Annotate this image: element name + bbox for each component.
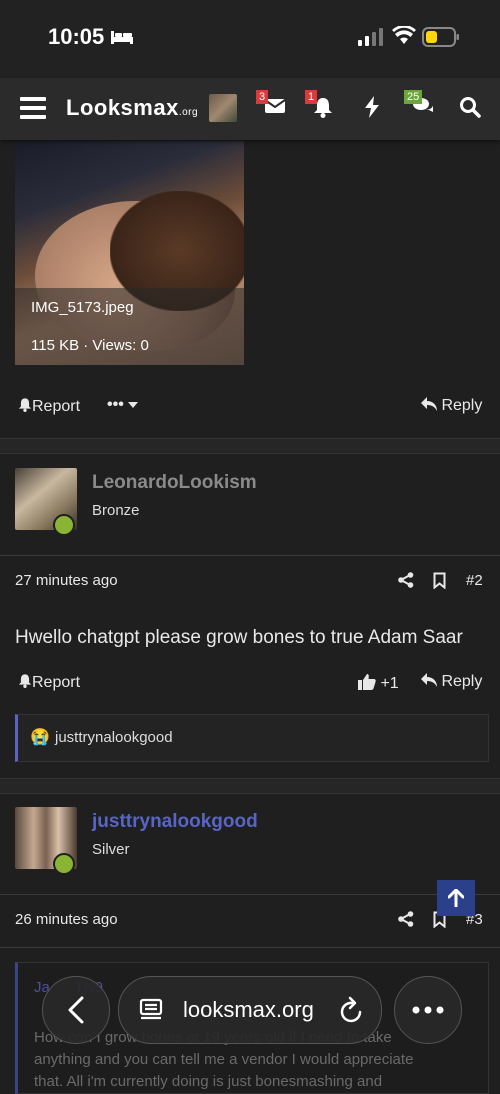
site-navbar: Looksmax.org 3 1 25 [0, 78, 500, 140]
divider [0, 947, 500, 948]
conversations-badge: 3 [256, 90, 269, 104]
site-logo[interactable]: Looksmax.org [66, 95, 198, 121]
share-icon[interactable] [398, 572, 414, 588]
logo-suffix: .org [178, 107, 199, 118]
reply-button[interactable]: Reply [421, 397, 482, 415]
report-button[interactable]: Report [18, 673, 80, 692]
chevron-left-icon [68, 996, 84, 1024]
post-author-name[interactable]: justtrynalookgood [92, 811, 258, 833]
report-label: Report [32, 398, 81, 415]
divider [0, 555, 500, 556]
reply-arrow-icon [421, 397, 437, 411]
post-number[interactable]: #2 [466, 572, 483, 589]
url-text: looksmax.org [183, 997, 314, 1022]
reload-icon[interactable] [339, 996, 365, 1024]
online-indicator [53, 514, 75, 536]
status-bar: 10:05 [0, 0, 500, 78]
new-posts-badge: 25 [404, 90, 423, 104]
post-author-title: Silver [92, 841, 130, 858]
like-button[interactable]: +1 [358, 673, 399, 693]
conversations-button[interactable]: 3 [256, 90, 286, 119]
cellular-signal-icon [358, 28, 383, 46]
bell-icon [18, 674, 32, 688]
more-options-button[interactable] [394, 976, 462, 1044]
online-indicator [53, 853, 75, 875]
address-bar[interactable]: looksmax.org [118, 976, 382, 1044]
thumbs-up-icon [358, 674, 376, 690]
post-timestamp[interactable]: 27 minutes ago [15, 572, 118, 589]
post-separator [0, 778, 500, 794]
image-attachment[interactable]: IMG_5173.jpeg 115 KB · Views: 0 [15, 141, 244, 365]
more-actions-button[interactable]: ••• [107, 396, 139, 414]
search-button[interactable] [459, 96, 481, 123]
post-author-title: Bronze [92, 502, 140, 519]
report-label: Report [32, 674, 81, 691]
share-icon[interactable] [398, 911, 414, 927]
wifi-icon [392, 26, 416, 44]
back-button[interactable] [42, 976, 110, 1044]
post-timestamp[interactable]: 26 minutes ago [15, 911, 118, 928]
bell-icon [18, 398, 32, 412]
caret-down-icon [128, 402, 139, 408]
like-count: +1 [380, 675, 399, 692]
alerts-badge: 1 [305, 90, 318, 104]
post-separator [0, 438, 500, 454]
crying-emoji-icon: 😭 [30, 729, 50, 746]
user-avatar[interactable] [209, 94, 237, 122]
alerts-button[interactable]: 1 [305, 90, 333, 123]
battery-icon [422, 27, 459, 47]
reply-button[interactable]: Reply [421, 673, 482, 691]
attachment-filename: IMG_5173.jpeg [31, 299, 134, 316]
post-author-name[interactable]: LeonardoLookism [92, 472, 257, 494]
logo-text: Looksmax [66, 95, 179, 120]
bolt-icon [365, 96, 379, 118]
reply-label: Reply [441, 673, 483, 690]
browser-toolbar: looksmax.org [0, 972, 500, 1084]
whats-new-button[interactable] [364, 96, 380, 123]
search-icon [460, 97, 481, 118]
reaction-user[interactable]: justtrynalookgood [55, 729, 173, 746]
new-posts-button[interactable]: 25 [404, 90, 434, 121]
bookmark-icon[interactable] [433, 572, 446, 589]
reader-icon[interactable] [139, 998, 165, 1022]
reply-arrow-icon [421, 673, 437, 687]
post-body: Hwello chatgpt please grow bones to true… [15, 627, 463, 648]
ellipsis-icon [412, 1006, 444, 1014]
more-dots: ••• [107, 396, 124, 413]
report-button[interactable]: Report [18, 397, 80, 416]
scroll-to-top-button[interactable] [437, 880, 475, 916]
reply-label: Reply [441, 397, 483, 414]
attachment-meta: 115 KB · Views: 0 [31, 337, 149, 354]
sleep-mode-icon [111, 31, 133, 44]
divider [0, 894, 500, 895]
status-time: 10:05 [48, 24, 105, 49]
menu-icon[interactable] [20, 97, 46, 119]
reactions-bar[interactable]: 😭 justtrynalookgood [15, 714, 489, 762]
arrow-up-icon [448, 889, 464, 907]
